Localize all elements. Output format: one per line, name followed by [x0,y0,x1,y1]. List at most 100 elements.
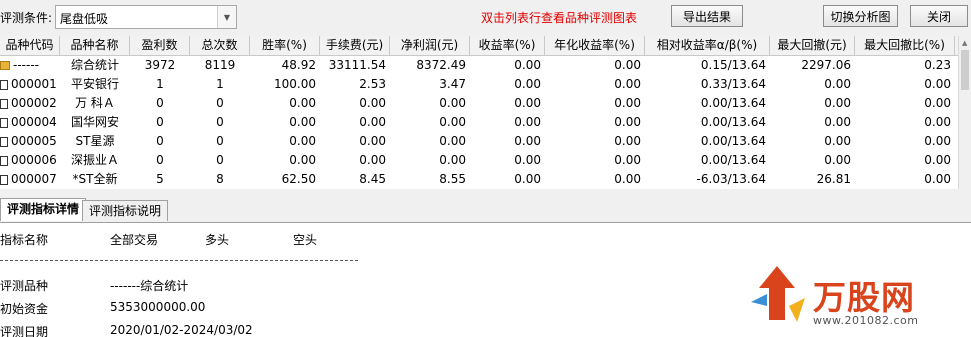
table-cell: ------ [0,56,60,75]
detail-value: 2020/01/02-2024/03/02 [110,323,253,337]
toolbar: 评测条件: 尾盘低吸 ▼ 双击列表行查看品种评测图表 导出结果 切换分析图 关闭 [0,0,971,34]
table-cell: 0.00 [514,172,541,186]
column-header[interactable]: 最大回撤比(%) [855,36,955,55]
table-cell: 0.00/13.64 [700,153,766,167]
tab-label: 评测指标详情 [7,202,80,216]
table-cell: 8.55 [439,172,466,186]
table-row[interactable]: 000001 平安银行 1 1 100.00 2.53 3.47 0.00 0.00 0.33/1… [0,75,958,94]
column-header[interactable]: 品种名称 [60,36,130,55]
table-cell: 0.00 [359,115,386,129]
table-cell: 0 [216,153,224,167]
export-button[interactable]: 导出结果 [671,5,743,27]
column-header[interactable]: 最大回撤(元) [770,36,855,55]
close-button[interactable]: 关闭 [910,5,968,27]
detail-header-short: 空头 [293,233,318,247]
table-cell: 0.00 [924,153,951,167]
chevron-down-icon[interactable]: ▼ [217,6,236,28]
table-cell: 8.45 [359,172,386,186]
table-cell: 0.00 [289,115,316,129]
table-cell: 000006 [0,151,60,170]
table-cell: 0.00 [614,134,641,148]
watermark-title: 万股网 [813,278,915,317]
table-cell: 0.00/13.64 [700,96,766,110]
switch-chart-button[interactable]: 切换分析图 [823,5,898,27]
vertical-scrollbar[interactable]: ▲ [958,36,971,189]
table-cell: 0.00 [824,115,851,129]
table-cell: 33111.54 [328,58,386,72]
table-cell: 0.00 [514,115,541,129]
table-row[interactable]: 000004 国华网安 0 0 0.00 0.00 0.00 0.00 0.00 0.00/13.… [0,113,958,132]
scroll-up-icon[interactable]: ▲ [962,39,967,47]
table-cell: 48.92 [281,58,316,72]
column-header[interactable]: 相对收益率α/β(%) [645,36,770,55]
tab-indicator-detail[interactable]: 评测指标详情 [0,198,87,221]
table-cell: 0.00 [439,96,466,110]
table-cell: 0 [156,96,164,110]
table-cell: 0.00 [614,115,641,129]
cell-text: 000006 [11,153,57,167]
document-icon [0,155,8,166]
table-cell: 平安银行 [70,77,119,91]
table-cell: 0.00 [514,58,541,72]
table-body: ------ 综合统计 3972 8119 48.92 33111.54 8372.49 0.… [0,56,958,189]
scrollbar-thumb[interactable] [961,50,969,90]
tab-indicator-description[interactable]: 评测指标说明 [82,200,169,221]
table-row[interactable]: 000002 万 科Ａ 0 0 0.00 0.00 0.00 0.00 0.00 0.00/13.… [0,94,958,113]
table-cell: 000004 [0,113,60,132]
export-button-label: 导出结果 [682,9,731,24]
table-cell: 0.00/13.64 [700,134,766,148]
column-header[interactable]: 总次数 [190,36,250,55]
table-row[interactable]: 000007 *ST全新 5 8 62.50 8.45 8.55 0.00 0.00 -6.03/… [0,170,958,189]
table-cell: 0.00 [614,77,641,91]
detail-value: -------综合统计 [110,279,189,293]
table-cell: 0.00 [824,77,851,91]
close-button-label: 关闭 [926,9,951,24]
table-cell: 000002 [0,94,60,113]
detail-label: 评测日期 [0,325,49,337]
watermark-logo: 万股网 www.201082.com [745,262,945,332]
cell-text: 000007 [11,172,57,186]
column-header[interactable]: 收益率(%) [470,36,545,55]
cell-text: 000005 [11,134,57,148]
watermark-url: www.201082.com [813,314,919,327]
table-cell: 深振业Ａ [70,153,119,167]
condition-select[interactable]: 尾盘低吸 ▼ [55,5,237,29]
table-cell: 0 [216,134,224,148]
table-cell: 0.23 [924,58,951,72]
detail-tabs: 评测指标详情 评测指标说明 [0,198,971,223]
table-row[interactable]: 000005 ST星源 0 0 0.00 0.00 0.00 0.00 0.00 0.00/13.… [0,132,958,151]
cell-text: ------ [13,58,39,72]
table-row[interactable]: 000006 深振业Ａ 0 0 0.00 0.00 0.00 0.00 0.00 0.00/13.… [0,151,958,170]
table-cell: 0.00 [514,96,541,110]
column-header[interactable]: 品种代码 [0,36,60,55]
table-cell: 0.00 [614,172,641,186]
table-cell: 0.00 [289,153,316,167]
table-cell: 62.50 [281,172,316,186]
column-header[interactable]: 净利润(元) [390,36,470,55]
table-cell: -6.03/13.64 [696,172,766,186]
table-row[interactable]: ------ 综合统计 3972 8119 48.92 33111.54 8372.49 0.… [0,56,958,75]
document-icon [0,174,8,185]
arrow-logo-icon [751,266,805,322]
double-click-hint: 双击列表行查看品种评测图表 [481,11,638,25]
column-header[interactable]: 手续费(元) [320,36,390,55]
document-icon [0,136,8,147]
column-header[interactable]: 盈利数 [130,36,190,55]
table-cell: 1 [216,77,224,91]
cell-text: 000001 [11,77,57,91]
table-cell: *ST全新 [72,172,118,186]
table-cell: 8 [216,172,224,186]
table-cell: 100.00 [274,77,316,91]
table-cell: 0.00 [514,77,541,91]
table-cell: 5 [156,172,164,186]
column-header[interactable]: 年化收益率(%) [545,36,645,55]
table-cell: 2297.06 [801,58,851,72]
document-icon [0,79,8,90]
table-cell: 0.33/13.64 [700,77,766,91]
column-header[interactable]: 胜率(%) [250,36,320,55]
document-icon [0,98,8,109]
table-cell: 万 科Ａ [75,96,115,110]
cell-text: 000004 [11,115,57,129]
table-cell: 0.00 [924,115,951,129]
table-cell: 8119 [204,58,236,72]
